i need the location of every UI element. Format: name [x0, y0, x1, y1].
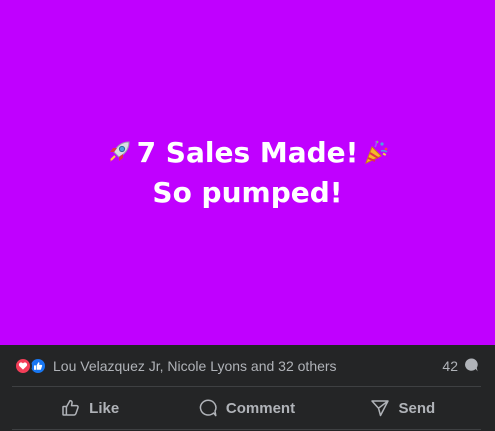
reactions-summary[interactable]: Lou Velazquez Jr, Nicole Lyons and 32 ot… — [14, 357, 337, 375]
send-icon — [371, 400, 390, 417]
comment-bubble-icon — [463, 357, 479, 376]
rocket-icon — [105, 138, 133, 175]
comment-count: 42 — [442, 358, 458, 374]
reactions-names: Lou Velazquez Jr, Nicole Lyons and 32 ot… — [53, 358, 337, 374]
post-footer: Lou Velazquez Jr, Nicole Lyons and 32 ot… — [0, 345, 495, 431]
post-background: 7 Sales Made! So pumped! — [0, 0, 495, 345]
divider — [12, 386, 481, 387]
comment-count-link[interactable]: 42 — [442, 357, 479, 376]
comment-icon — [199, 399, 217, 417]
post-line-1: 7 Sales Made! — [101, 135, 395, 175]
post-subline: So pumped! — [152, 175, 343, 209]
send-button[interactable]: Send — [325, 391, 481, 425]
like-label: Like — [89, 399, 120, 417]
reactions-row: Lou Velazquez Jr, Nicole Lyons and 32 ot… — [14, 353, 479, 379]
like-button[interactable]: Like — [12, 391, 168, 425]
post-actions: Like Comment Send — [12, 391, 481, 425]
reaction-icons — [14, 357, 47, 375]
comment-label: Comment — [225, 399, 296, 417]
thumbs-up-icon — [62, 399, 79, 416]
post-text: 7 Sales Made! So pumped! — [101, 135, 395, 211]
send-label: Send — [398, 399, 436, 417]
party-popper-icon — [362, 138, 390, 175]
post-headline: 7 Sales Made! — [136, 135, 359, 169]
love-icon — [14, 357, 32, 375]
bottom-divider — [12, 429, 481, 430]
comment-button[interactable]: Comment — [168, 391, 324, 425]
